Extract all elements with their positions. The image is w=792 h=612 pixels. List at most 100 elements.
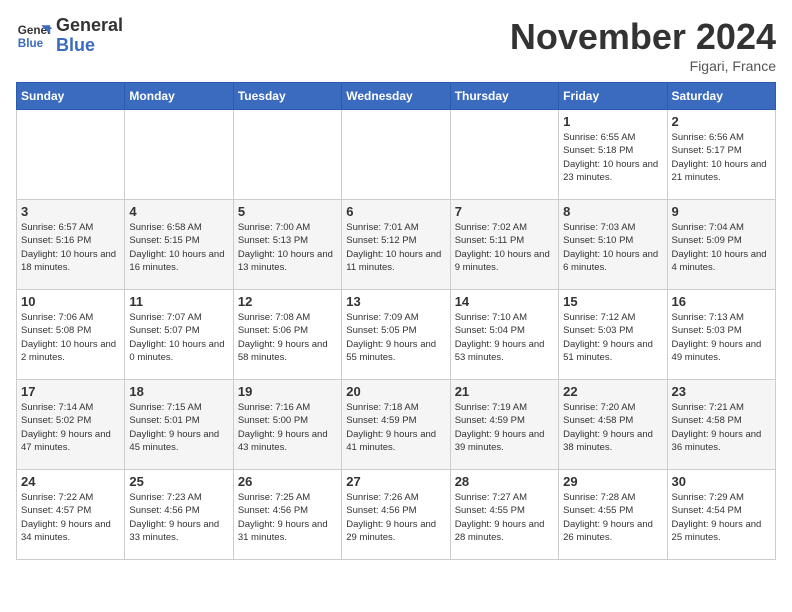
day-number: 29: [563, 474, 662, 489]
title-area: November 2024 Figari, France: [510, 16, 776, 74]
day-number: 13: [346, 294, 445, 309]
day-info: Sunrise: 6:55 AM Sunset: 5:18 PM Dayligh…: [563, 131, 662, 184]
day-number: 27: [346, 474, 445, 489]
calendar-cell: 22Sunrise: 7:20 AM Sunset: 4:58 PM Dayli…: [559, 380, 667, 470]
day-number: 23: [672, 384, 771, 399]
day-info: Sunrise: 7:07 AM Sunset: 5:07 PM Dayligh…: [129, 311, 228, 364]
day-info: Sunrise: 7:06 AM Sunset: 5:08 PM Dayligh…: [21, 311, 120, 364]
calendar-cell: [125, 110, 233, 200]
day-number: 1: [563, 114, 662, 129]
col-header-saturday: Saturday: [667, 83, 775, 110]
day-number: 9: [672, 204, 771, 219]
day-info: Sunrise: 7:29 AM Sunset: 4:54 PM Dayligh…: [672, 491, 771, 544]
day-info: Sunrise: 7:26 AM Sunset: 4:56 PM Dayligh…: [346, 491, 445, 544]
week-row-1: 3Sunrise: 6:57 AM Sunset: 5:16 PM Daylig…: [17, 200, 776, 290]
day-number: 15: [563, 294, 662, 309]
day-info: Sunrise: 6:57 AM Sunset: 5:16 PM Dayligh…: [21, 221, 120, 274]
day-number: 5: [238, 204, 337, 219]
day-info: Sunrise: 7:12 AM Sunset: 5:03 PM Dayligh…: [563, 311, 662, 364]
day-info: Sunrise: 7:02 AM Sunset: 5:11 PM Dayligh…: [455, 221, 554, 274]
calendar-cell: 18 Sunrise: 7:15 AM Sunset: 5:01 PM Dayli…: [125, 380, 233, 470]
day-info: Sunrise: 6:58 AM Sunset: 5:15 PM Dayligh…: [129, 221, 228, 274]
day-info: Sunrise: 7:16 AM Sunset: 5:00 PM Dayligh…: [238, 401, 337, 454]
day-number: 22: [563, 384, 662, 399]
calendar-cell: 24Sunrise: 7:22 AM Sunset: 4:57 PM Dayli…: [17, 470, 125, 560]
day-number: 19: [238, 384, 337, 399]
day-info: Sunrise: 7:08 AM Sunset: 5:06 PM Dayligh…: [238, 311, 337, 364]
day-number: 7: [455, 204, 554, 219]
calendar-cell: 14Sunrise: 7:10 AM Sunset: 5:04 PM Dayli…: [450, 290, 558, 380]
day-number: 6: [346, 204, 445, 219]
calendar-cell: 13 Sunrise: 7:09 AM Sunset: 5:05 PM Dayli…: [342, 290, 450, 380]
day-number: 21: [455, 384, 554, 399]
day-number: 17: [21, 384, 120, 399]
day-info: Sunrise: 7:21 AM Sunset: 4:58 PM Dayligh…: [672, 401, 771, 454]
col-header-thursday: Thursday: [450, 83, 558, 110]
calendar-cell: [17, 110, 125, 200]
day-number: 14: [455, 294, 554, 309]
calendar-cell: 4 Sunrise: 6:58 AM Sunset: 5:15 PM Daylig…: [125, 200, 233, 290]
day-info: Sunrise: 7:03 AM Sunset: 5:10 PM Dayligh…: [563, 221, 662, 274]
calendar-cell: 29Sunrise: 7:28 AM Sunset: 4:55 PM Dayli…: [559, 470, 667, 560]
day-info: Sunrise: 7:19 AM Sunset: 4:59 PM Dayligh…: [455, 401, 554, 454]
calendar-cell: 25Sunrise: 7:23 AM Sunset: 4:56 PM Dayli…: [125, 470, 233, 560]
calendar-cell: 16 Sunrise: 7:13 AM Sunset: 5:03 PM Dayli…: [667, 290, 775, 380]
day-number: 4: [129, 204, 228, 219]
col-header-sunday: Sunday: [17, 83, 125, 110]
calendar-cell: 6 Sunrise: 7:01 AM Sunset: 5:12 PM Daylig…: [342, 200, 450, 290]
day-number: 30: [672, 474, 771, 489]
svg-text:Blue: Blue: [18, 37, 44, 50]
calendar-cell: 5 Sunrise: 7:00 AM Sunset: 5:13 PM Daylig…: [233, 200, 341, 290]
day-info: Sunrise: 7:25 AM Sunset: 4:56 PM Dayligh…: [238, 491, 337, 544]
day-info: Sunrise: 7:00 AM Sunset: 5:13 PM Dayligh…: [238, 221, 337, 274]
calendar-cell: 15 Sunrise: 7:12 AM Sunset: 5:03 PM Dayli…: [559, 290, 667, 380]
day-info: Sunrise: 7:01 AM Sunset: 5:12 PM Dayligh…: [346, 221, 445, 274]
day-number: 18: [129, 384, 228, 399]
day-number: 10: [21, 294, 120, 309]
calendar-cell: 19 Sunrise: 7:16 AM Sunset: 5:00 PM Dayli…: [233, 380, 341, 470]
day-info: Sunrise: 7:04 AM Sunset: 5:09 PM Dayligh…: [672, 221, 771, 274]
calendar-table: SundayMondayTuesdayWednesdayThursdayFrid…: [16, 82, 776, 560]
day-info: Sunrise: 6:56 AM Sunset: 5:17 PM Dayligh…: [672, 131, 771, 184]
calendar-cell: 21 Sunrise: 7:19 AM Sunset: 4:59 PM Dayli…: [450, 380, 558, 470]
day-number: 2: [672, 114, 771, 129]
week-row-0: 1 Sunrise: 6:55 AM Sunset: 5:18 PM Daylig…: [17, 110, 776, 200]
day-number: 20: [346, 384, 445, 399]
calendar-cell: 12 Sunrise: 7:08 AM Sunset: 5:06 PM Dayli…: [233, 290, 341, 380]
month-title: November 2024: [510, 16, 776, 58]
week-row-2: 10 Sunrise: 7:06 AM Sunset: 5:08 PM Dayli…: [17, 290, 776, 380]
header: General Blue General Blue November 2024 …: [16, 16, 776, 74]
day-info: Sunrise: 7:27 AM Sunset: 4:55 PM Dayligh…: [455, 491, 554, 544]
calendar-cell: 26 Sunrise: 7:25 AM Sunset: 4:56 PM Dayli…: [233, 470, 341, 560]
calendar-cell: 1 Sunrise: 6:55 AM Sunset: 5:18 PM Daylig…: [559, 110, 667, 200]
header-row: SundayMondayTuesdayWednesdayThursdayFrid…: [17, 83, 776, 110]
day-number: 28: [455, 474, 554, 489]
calendar-cell: 9 Sunrise: 7:04 AM Sunset: 5:09 PM Daylig…: [667, 200, 775, 290]
col-header-tuesday: Tuesday: [233, 83, 341, 110]
calendar-cell: 10 Sunrise: 7:06 AM Sunset: 5:08 PM Dayli…: [17, 290, 125, 380]
calendar-cell: 20Sunrise: 7:18 AM Sunset: 4:59 PM Dayli…: [342, 380, 450, 470]
day-number: 8: [563, 204, 662, 219]
day-info: Sunrise: 7:13 AM Sunset: 5:03 PM Dayligh…: [672, 311, 771, 364]
week-row-3: 17 Sunrise: 7:14 AM Sunset: 5:02 PM Dayli…: [17, 380, 776, 470]
day-number: 16: [672, 294, 771, 309]
location: Figari, France: [510, 58, 776, 74]
day-info: Sunrise: 7:14 AM Sunset: 5:02 PM Dayligh…: [21, 401, 120, 454]
day-info: Sunrise: 7:15 AM Sunset: 5:01 PM Dayligh…: [129, 401, 228, 454]
calendar-cell: 8 Sunrise: 7:03 AM Sunset: 5:10 PM Daylig…: [559, 200, 667, 290]
week-row-4: 24Sunrise: 7:22 AM Sunset: 4:57 PM Dayli…: [17, 470, 776, 560]
col-header-monday: Monday: [125, 83, 233, 110]
calendar-cell: 27 Sunrise: 7:26 AM Sunset: 4:56 PM Dayli…: [342, 470, 450, 560]
logo-icon: General Blue: [16, 18, 52, 54]
calendar-cell: 2 Sunrise: 6:56 AM Sunset: 5:17 PM Daylig…: [667, 110, 775, 200]
calendar-cell: [450, 110, 558, 200]
calendar-cell: 23 Sunrise: 7:21 AM Sunset: 4:58 PM Dayli…: [667, 380, 775, 470]
calendar-cell: 3Sunrise: 6:57 AM Sunset: 5:16 PM Daylig…: [17, 200, 125, 290]
calendar-cell: [233, 110, 341, 200]
day-info: Sunrise: 7:22 AM Sunset: 4:57 PM Dayligh…: [21, 491, 120, 544]
day-info: Sunrise: 7:09 AM Sunset: 5:05 PM Dayligh…: [346, 311, 445, 364]
day-number: 12: [238, 294, 337, 309]
day-number: 25: [129, 474, 228, 489]
logo-text: General Blue: [56, 16, 123, 56]
day-number: 26: [238, 474, 337, 489]
